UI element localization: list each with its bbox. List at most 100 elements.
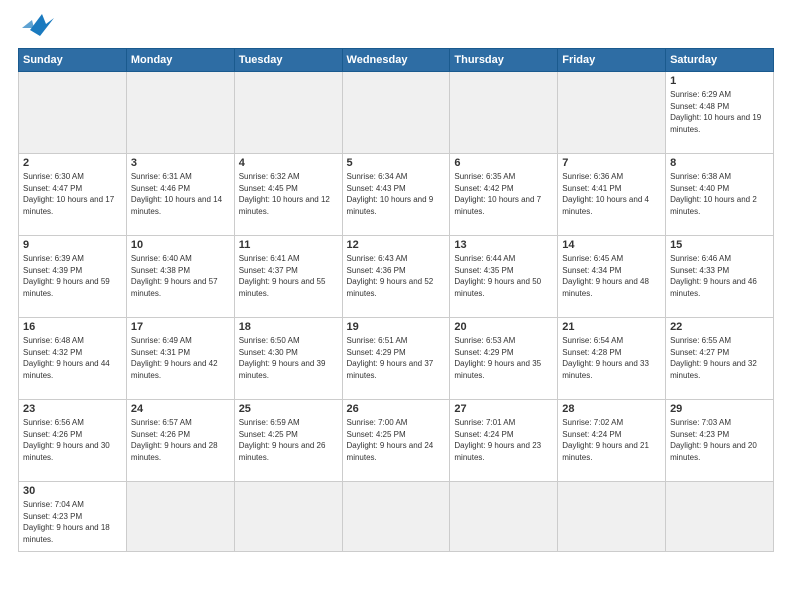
calendar-week-row: 9Sunrise: 6:39 AMSunset: 4:39 PMDaylight…: [19, 236, 774, 318]
day-info: Sunrise: 6:57 AMSunset: 4:26 PMDaylight:…: [131, 417, 230, 463]
day-info: Sunrise: 6:45 AMSunset: 4:34 PMDaylight:…: [562, 253, 661, 299]
day-number: 29: [670, 403, 769, 415]
weekday-header-row: SundayMondayTuesdayWednesdayThursdayFrid…: [19, 49, 774, 72]
calendar-day-cell: 30 Sunrise: 7:04 AMSunset: 4:23 PMDayligh…: [19, 482, 127, 552]
day-number: 30: [23, 485, 122, 497]
day-number: 22: [670, 321, 769, 333]
calendar-day-cell: [666, 482, 774, 552]
day-info: Sunrise: 6:51 AMSunset: 4:29 PMDaylight:…: [347, 335, 446, 381]
day-number: 5: [347, 157, 446, 169]
weekday-header-wednesday: Wednesday: [342, 49, 450, 72]
calendar-day-cell: 18 Sunrise: 6:50 AMSunset: 4:30 PMDayligh…: [234, 318, 342, 400]
calendar-day-cell: 13 Sunrise: 6:44 AMSunset: 4:35 PMDayligh…: [450, 236, 558, 318]
day-number: 12: [347, 239, 446, 251]
calendar-day-cell: 2 Sunrise: 6:30 AMSunset: 4:47 PMDaylight…: [19, 154, 127, 236]
day-info: Sunrise: 7:04 AMSunset: 4:23 PMDaylight:…: [23, 499, 122, 545]
calendar-day-cell: [342, 482, 450, 552]
day-info: Sunrise: 6:29 AMSunset: 4:48 PMDaylight:…: [670, 89, 769, 135]
day-number: 18: [239, 321, 338, 333]
calendar-day-cell: 22 Sunrise: 6:55 AMSunset: 4:27 PMDayligh…: [666, 318, 774, 400]
day-number: 2: [23, 157, 122, 169]
day-info: Sunrise: 6:50 AMSunset: 4:30 PMDaylight:…: [239, 335, 338, 381]
day-info: Sunrise: 6:46 AMSunset: 4:33 PMDaylight:…: [670, 253, 769, 299]
day-info: Sunrise: 6:40 AMSunset: 4:38 PMDaylight:…: [131, 253, 230, 299]
calendar-day-cell: 7 Sunrise: 6:36 AMSunset: 4:41 PMDaylight…: [558, 154, 666, 236]
calendar-day-cell: [234, 482, 342, 552]
calendar-day-cell: 9Sunrise: 6:39 AMSunset: 4:39 PMDaylight…: [19, 236, 127, 318]
day-info: Sunrise: 6:44 AMSunset: 4:35 PMDaylight:…: [454, 253, 553, 299]
calendar-day-cell: 11Sunrise: 6:41 AMSunset: 4:37 PMDayligh…: [234, 236, 342, 318]
day-number: 21: [562, 321, 661, 333]
day-info: Sunrise: 6:48 AMSunset: 4:32 PMDaylight:…: [23, 335, 122, 381]
weekday-header-sunday: Sunday: [19, 49, 127, 72]
day-number: 24: [131, 403, 230, 415]
day-number: 17: [131, 321, 230, 333]
day-number: 27: [454, 403, 553, 415]
logo-bird-icon: [22, 10, 54, 38]
calendar-day-cell: 21Sunrise: 6:54 AMSunset: 4:28 PMDayligh…: [558, 318, 666, 400]
day-number: 19: [347, 321, 446, 333]
calendar-day-cell: 8Sunrise: 6:38 AMSunset: 4:40 PMDaylight…: [666, 154, 774, 236]
calendar-day-cell: 23Sunrise: 6:56 AMSunset: 4:26 PMDayligh…: [19, 400, 127, 482]
calendar-day-cell: 27 Sunrise: 7:01 AMSunset: 4:24 PMDayligh…: [450, 400, 558, 482]
day-info: Sunrise: 7:00 AMSunset: 4:25 PMDaylight:…: [347, 417, 446, 463]
calendar-day-cell: 15 Sunrise: 6:46 AMSunset: 4:33 PMDayligh…: [666, 236, 774, 318]
day-info: Sunrise: 6:59 AMSunset: 4:25 PMDaylight:…: [239, 417, 338, 463]
day-info: Sunrise: 6:38 AMSunset: 4:40 PMDaylight:…: [670, 171, 769, 217]
calendar-day-cell: 26Sunrise: 7:00 AMSunset: 4:25 PMDayligh…: [342, 400, 450, 482]
day-number: 15: [670, 239, 769, 251]
day-info: Sunrise: 7:01 AMSunset: 4:24 PMDaylight:…: [454, 417, 553, 463]
day-info: Sunrise: 6:55 AMSunset: 4:27 PMDaylight:…: [670, 335, 769, 381]
calendar-day-cell: [19, 72, 127, 154]
calendar-day-cell: 17 Sunrise: 6:49 AMSunset: 4:31 PMDayligh…: [126, 318, 234, 400]
day-number: 16: [23, 321, 122, 333]
calendar-day-cell: 12 Sunrise: 6:43 AMSunset: 4:36 PMDayligh…: [342, 236, 450, 318]
day-info: Sunrise: 6:34 AMSunset: 4:43 PMDaylight:…: [347, 171, 446, 217]
day-number: 20: [454, 321, 553, 333]
calendar-day-cell: 19 Sunrise: 6:51 AMSunset: 4:29 PMDayligh…: [342, 318, 450, 400]
day-number: 1: [670, 75, 769, 87]
calendar-week-row: 1 Sunrise: 6:29 AMSunset: 4:48 PMDaylight…: [19, 72, 774, 154]
day-number: 3: [131, 157, 230, 169]
calendar-day-cell: 6 Sunrise: 6:35 AMSunset: 4:42 PMDaylight…: [450, 154, 558, 236]
calendar-day-cell: [342, 72, 450, 154]
calendar-day-cell: 10Sunrise: 6:40 AMSunset: 4:38 PMDayligh…: [126, 236, 234, 318]
day-info: Sunrise: 6:31 AMSunset: 4:46 PMDaylight:…: [131, 171, 230, 217]
day-number: 13: [454, 239, 553, 251]
day-info: Sunrise: 6:36 AMSunset: 4:41 PMDaylight:…: [562, 171, 661, 217]
calendar-day-cell: 4Sunrise: 6:32 AMSunset: 4:45 PMDaylight…: [234, 154, 342, 236]
calendar-day-cell: 14Sunrise: 6:45 AMSunset: 4:34 PMDayligh…: [558, 236, 666, 318]
calendar-week-row: 16 Sunrise: 6:48 AMSunset: 4:32 PMDayligh…: [19, 318, 774, 400]
day-number: 11: [239, 239, 338, 251]
day-info: Sunrise: 6:43 AMSunset: 4:36 PMDaylight:…: [347, 253, 446, 299]
day-info: Sunrise: 6:49 AMSunset: 4:31 PMDaylight:…: [131, 335, 230, 381]
day-info: Sunrise: 6:32 AMSunset: 4:45 PMDaylight:…: [239, 171, 338, 217]
day-info: Sunrise: 6:39 AMSunset: 4:39 PMDaylight:…: [23, 253, 122, 299]
day-number: 25: [239, 403, 338, 415]
day-info: Sunrise: 6:53 AMSunset: 4:29 PMDaylight:…: [454, 335, 553, 381]
day-number: 7: [562, 157, 661, 169]
weekday-header-tuesday: Tuesday: [234, 49, 342, 72]
calendar-day-cell: [558, 482, 666, 552]
page: SundayMondayTuesdayWednesdayThursdayFrid…: [0, 0, 792, 612]
day-number: 6: [454, 157, 553, 169]
weekday-header-friday: Friday: [558, 49, 666, 72]
calendar-day-cell: 25 Sunrise: 6:59 AMSunset: 4:25 PMDayligh…: [234, 400, 342, 482]
calendar-day-cell: 28 Sunrise: 7:02 AMSunset: 4:24 PMDayligh…: [558, 400, 666, 482]
calendar-table: SundayMondayTuesdayWednesdayThursdayFrid…: [18, 48, 774, 552]
day-info: Sunrise: 6:35 AMSunset: 4:42 PMDaylight:…: [454, 171, 553, 217]
day-info: Sunrise: 7:03 AMSunset: 4:23 PMDaylight:…: [670, 417, 769, 463]
day-number: 28: [562, 403, 661, 415]
calendar-day-cell: 24 Sunrise: 6:57 AMSunset: 4:26 PMDayligh…: [126, 400, 234, 482]
calendar-day-cell: [234, 72, 342, 154]
day-info: Sunrise: 6:56 AMSunset: 4:26 PMDaylight:…: [23, 417, 122, 463]
calendar-day-cell: [558, 72, 666, 154]
weekday-header-monday: Monday: [126, 49, 234, 72]
calendar-week-row: 2 Sunrise: 6:30 AMSunset: 4:47 PMDaylight…: [19, 154, 774, 236]
day-info: Sunrise: 6:30 AMSunset: 4:47 PMDaylight:…: [23, 171, 122, 217]
calendar-week-row: 23Sunrise: 6:56 AMSunset: 4:26 PMDayligh…: [19, 400, 774, 482]
calendar-day-cell: [126, 482, 234, 552]
calendar-day-cell: 16 Sunrise: 6:48 AMSunset: 4:32 PMDayligh…: [19, 318, 127, 400]
calendar-day-cell: 1 Sunrise: 6:29 AMSunset: 4:48 PMDaylight…: [666, 72, 774, 154]
day-info: Sunrise: 7:02 AMSunset: 4:24 PMDaylight:…: [562, 417, 661, 463]
